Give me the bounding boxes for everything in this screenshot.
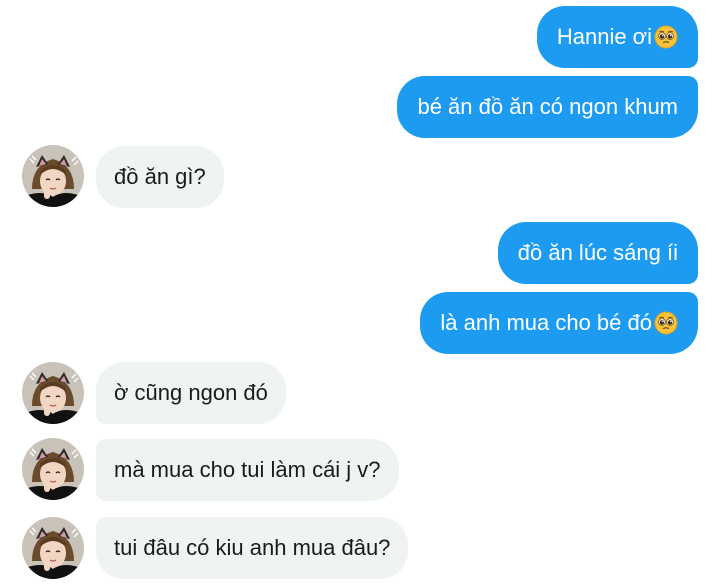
contact-avatar-icon[interactable]	[22, 145, 84, 207]
incoming-message[interactable]: tui đâu có kiu anh mua đâu?	[96, 517, 409, 579]
message-text: tui đâu có kiu anh mua đâu?	[114, 535, 391, 560]
outgoing-message[interactable]: Hannie ơi	[536, 6, 698, 68]
pleading-face-emoji-icon	[654, 25, 678, 49]
message-text: bé ăn đồ ăn có ngon khum	[417, 94, 678, 119]
outgoing-message[interactable]: là anh mua cho bé đó	[420, 292, 698, 354]
outgoing-message[interactable]: bé ăn đồ ăn có ngon khum	[397, 76, 698, 138]
chat-conversation: Hannie ơi bé ăn đồ ăn có ngon khum đồ ăn…	[0, 0, 720, 584]
contact-avatar-icon[interactable]	[22, 362, 84, 424]
incoming-message[interactable]: ờ cũng ngon đó	[96, 362, 286, 424]
contact-avatar-icon[interactable]	[22, 438, 84, 500]
outgoing-message[interactable]: đồ ăn lúc sáng íi	[497, 222, 698, 284]
message-text: Hannie ơi	[556, 24, 652, 49]
message-text: mà mua cho tui làm cái j v?	[114, 457, 381, 482]
contact-avatar-icon[interactable]	[22, 517, 84, 579]
message-text: đồ ăn lúc sáng íi	[517, 240, 678, 265]
message-text: đồ ăn gì?	[114, 164, 206, 189]
message-text: là anh mua cho bé đó	[440, 310, 652, 335]
incoming-message[interactable]: mà mua cho tui làm cái j v?	[96, 439, 399, 501]
incoming-message[interactable]: đồ ăn gì?	[96, 146, 224, 208]
pleading-face-emoji-icon	[654, 311, 678, 335]
message-text: ờ cũng ngon đó	[114, 380, 268, 405]
